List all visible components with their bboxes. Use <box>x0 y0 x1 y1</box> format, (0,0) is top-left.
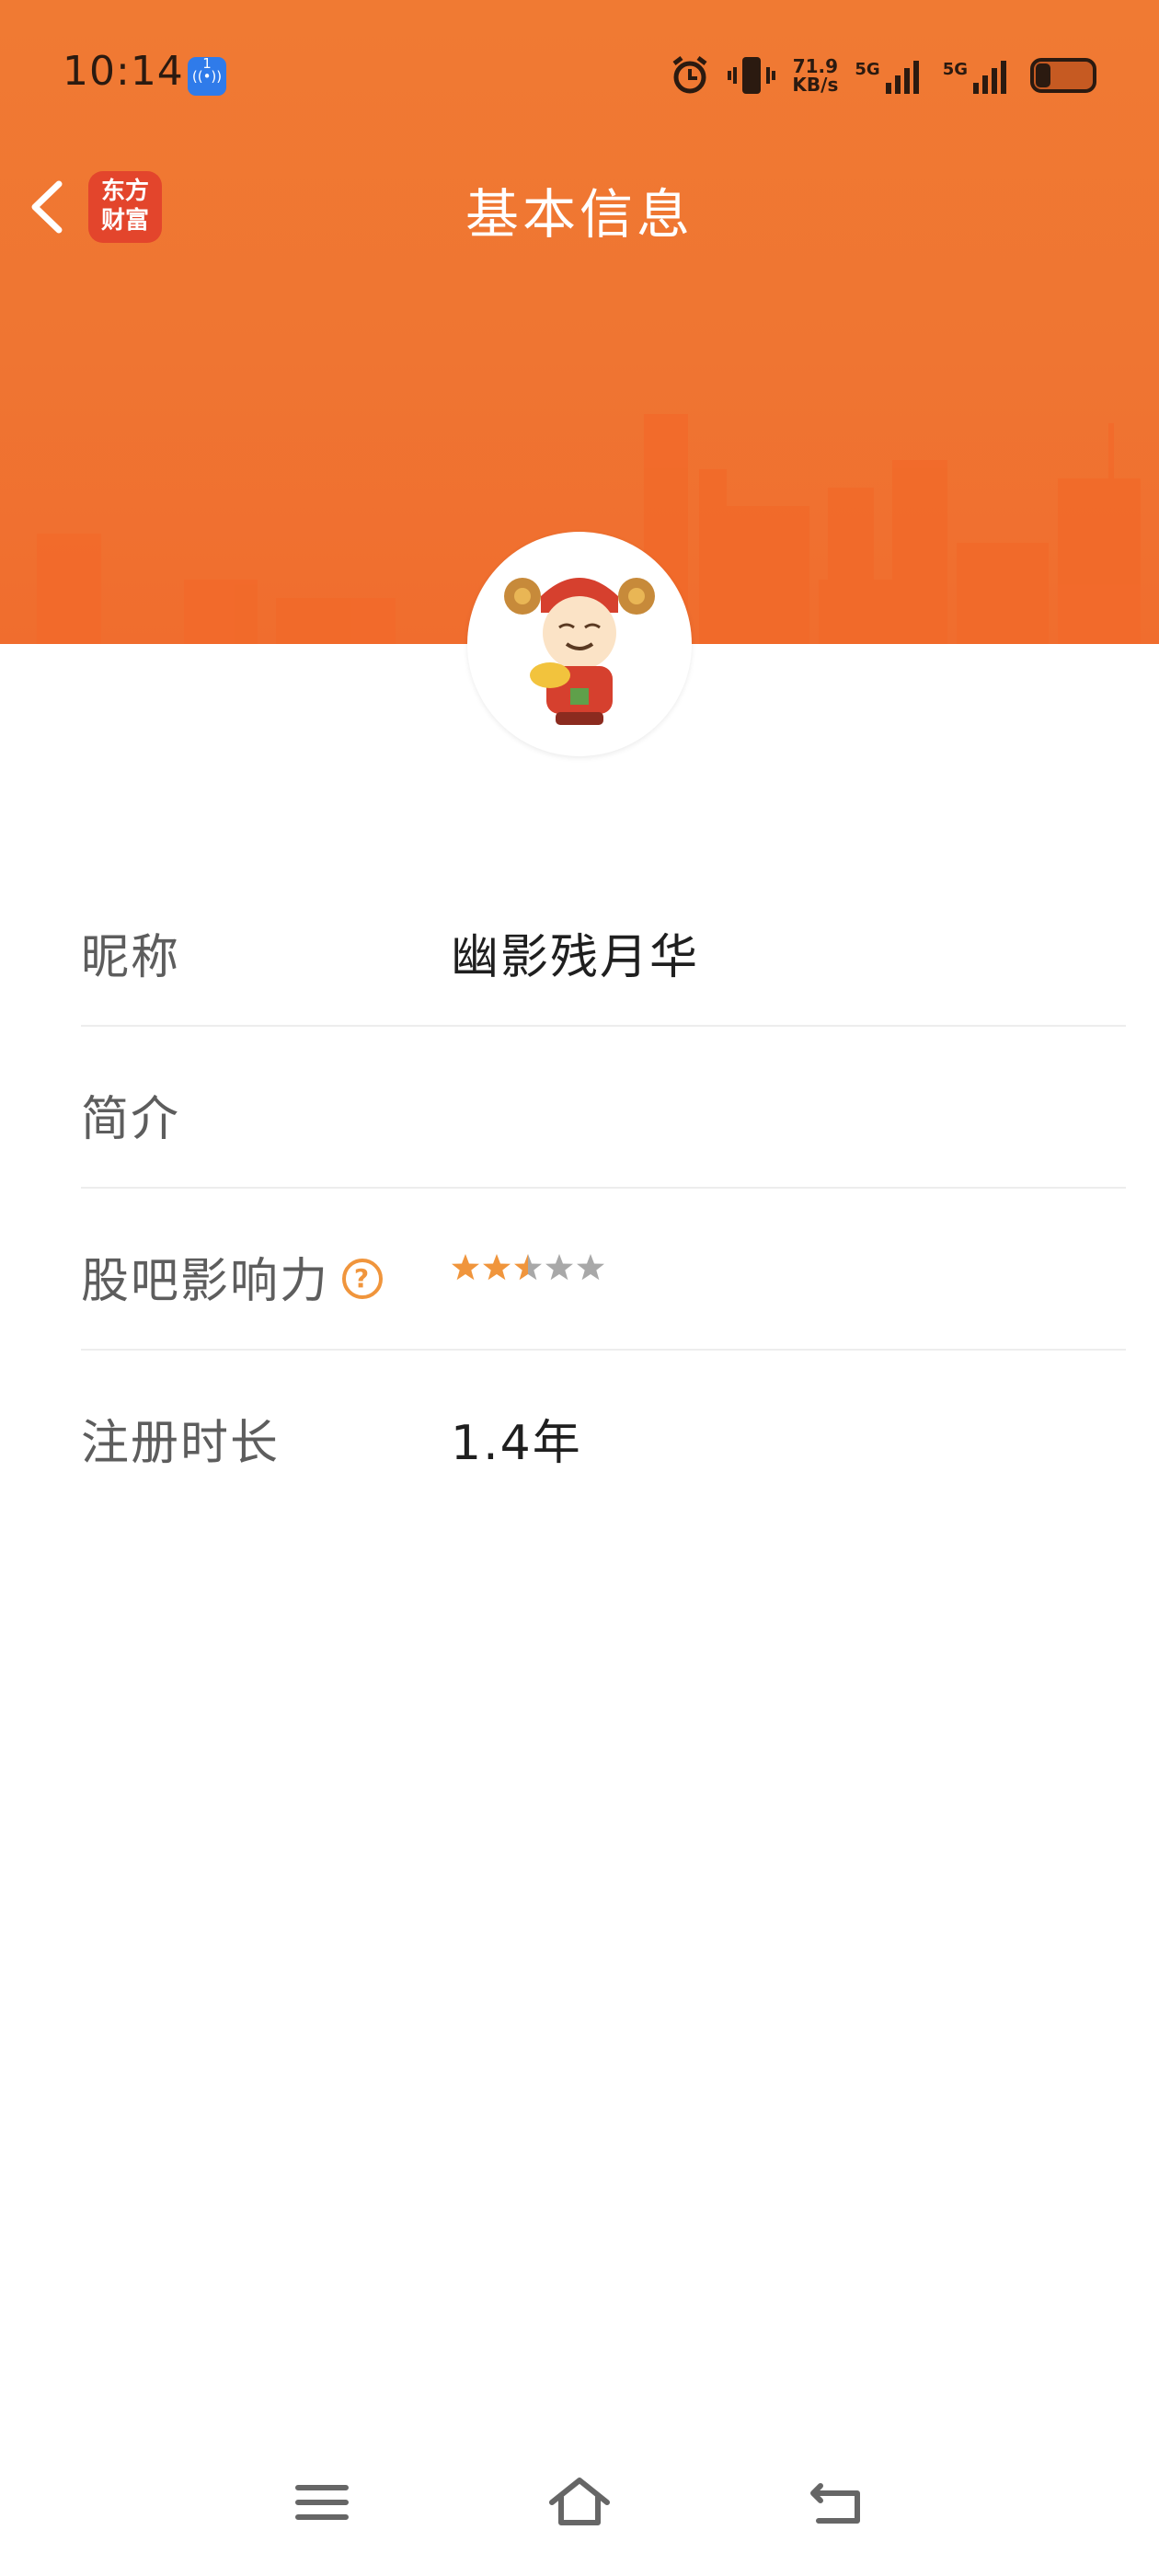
star-icon <box>545 1254 573 1281</box>
registration-value: 1.4年 <box>451 1416 582 1471</box>
signal-bars-icon <box>973 61 1006 94</box>
hotspot-badge: 1 ((•)) <box>188 57 226 96</box>
signal-bars-icon <box>885 61 919 94</box>
bio-label: 简介 <box>81 1092 181 1147</box>
status-icons: 71.9 KB/s 5G 5G <box>669 51 1096 100</box>
home-icon[interactable] <box>543 2466 616 2539</box>
alarm-icon <box>672 56 707 94</box>
battery-icon <box>1030 58 1096 93</box>
nickname-value: 幽影残月华 <box>451 930 700 985</box>
star-icon <box>514 1254 542 1281</box>
profile-info-list: 昵称 幽影残月华 简介 股吧影响力? 注册时长 1.4年 <box>81 865 1126 1511</box>
menu-icon[interactable] <box>285 2466 359 2539</box>
registration-label: 注册时长 <box>81 1416 281 1471</box>
page-title: 基本信息 <box>465 183 694 246</box>
nickname-label: 昵称 <box>81 930 181 985</box>
avatar[interactable] <box>467 532 692 756</box>
network-speed-unit: KB/s <box>792 74 839 96</box>
vibrate-icon <box>728 57 776 94</box>
signal-1: 5G <box>855 57 925 94</box>
status-time: 10:14 <box>63 48 184 95</box>
network-speed-value: 71.9 <box>792 55 839 77</box>
hotspot-icon: ((•)) <box>191 68 223 85</box>
help-icon[interactable]: ? <box>342 1259 384 1299</box>
signal-2-label: 5G <box>942 60 968 79</box>
influence-rating <box>451 1253 605 1282</box>
avatar-image <box>504 578 655 725</box>
row-influence: 股吧影响力? <box>81 1189 1126 1351</box>
influence-label: 股吧影响力? <box>81 1242 384 1311</box>
signal-1-label: 5G <box>855 60 880 79</box>
star-icon <box>483 1254 511 1281</box>
signal-2: 5G <box>943 57 1014 94</box>
row-nickname[interactable]: 昵称 幽影残月华 <box>81 865 1126 1027</box>
star-icon <box>577 1254 604 1281</box>
star-icon <box>452 1254 479 1281</box>
row-bio[interactable]: 简介 <box>81 1027 1126 1189</box>
network-speed: 71.9 KB/s <box>792 57 838 94</box>
return-icon[interactable] <box>800 2466 874 2539</box>
status-bar: 10:14 1 ((•)) 71.9 KB/s 5G 5G <box>0 0 1159 156</box>
row-registration: 注册时长 1.4年 <box>81 1351 1126 1511</box>
influence-label-text: 股吧影响力 <box>81 1254 330 1309</box>
system-nav-bar <box>0 2466 1159 2548</box>
